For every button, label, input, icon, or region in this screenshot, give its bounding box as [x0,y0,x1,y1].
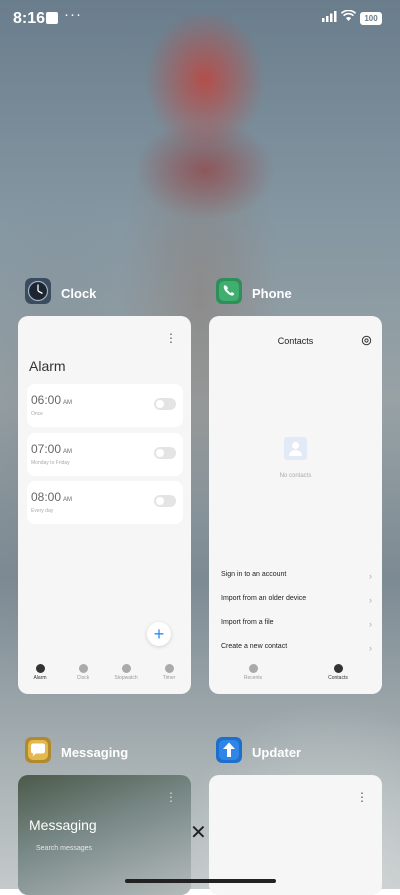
no-contacts-label: No contacts [279,473,312,479]
alarm-ampm: AM [63,497,73,503]
alarm-toggle[interactable] [154,495,176,507]
tab-stopwatch[interactable]: Stopwatch [109,664,143,681]
more-options-icon[interactable]: ⋮ [165,332,177,344]
alarm-time: 06:00 [31,393,62,407]
phone-app-card[interactable]: Contacts No contacts Sign in to an accou… [209,316,382,694]
chevron-right-icon: › [369,643,372,653]
wifi-icon [341,10,356,21]
alarm-repeat: Every day [31,508,54,514]
messaging-heading: Messaging [29,817,97,833]
tab-contacts[interactable]: Contacts [321,664,355,681]
alarm-ampm: AM [63,449,73,455]
messaging-app-title: Messaging [61,745,129,760]
chevron-right-icon: › [369,619,372,629]
more-options-icon[interactable]: ⋮ [165,791,177,803]
messaging-app-card[interactable]: ⋮ Messaging Search messages [18,775,191,895]
contacts-heading: Contacts [277,336,314,346]
clock-app-title: Clock [61,286,97,301]
tab-clock[interactable]: Clock [66,664,100,681]
clock-icon [78,664,88,673]
tab-alarm[interactable]: Alarm [23,664,57,681]
search-messages-field[interactable]: Search messages [36,845,92,852]
status-bar: 8:16 ··· 100 [0,0,400,36]
phone-app-icon[interactable] [216,278,242,304]
alarm-repeat: Once [31,411,43,417]
notification-icon [46,12,58,24]
alarm-time: 08:00 [31,490,62,504]
chevron-right-icon: › [369,595,372,605]
phone-icon [248,664,258,673]
import-older-device-option[interactable]: Import from an older device › [221,595,372,609]
home-indicator-bar[interactable] [125,879,276,883]
updater-app-title: Updater [252,745,302,760]
alarm-repeat: Monday to Friday [31,460,70,466]
tab-recents[interactable]: Recents [236,664,270,681]
person-icon [333,664,343,673]
hourglass-icon [164,664,174,673]
clear-all-close-icon[interactable]: ✕ [190,820,207,845]
stopwatch-icon [121,664,131,673]
import-file-option[interactable]: Import from a file › [221,619,372,633]
alarm-item[interactable]: 08:00 AM Every day [27,481,183,524]
more-notifications-icon: ··· [64,6,82,23]
contact-placeholder-icon [284,437,307,460]
alarm-item[interactable]: 06:00 AM Once [27,384,183,427]
settings-gear-icon[interactable] [361,335,372,346]
alarm-icon [35,664,45,673]
status-time: 8:16 [13,10,46,27]
alarm-toggle[interactable] [154,447,176,459]
updater-app-card[interactable]: ⋮ [209,775,382,895]
clock-app-card[interactable]: ⋮ Alarm 06:00 AM Once 07:00 AM Monday to F… [18,316,191,694]
clock-app-icon[interactable] [25,278,51,304]
more-options-icon[interactable]: ⋮ [356,791,368,803]
phone-app-title: Phone [252,286,292,301]
chevron-right-icon: › [369,571,372,581]
updater-app-icon[interactable] [216,737,242,763]
signal-icon [322,11,337,22]
alarm-item[interactable]: 07:00 AM Monday to Friday [27,433,183,476]
battery-icon: 100 [360,12,382,25]
add-alarm-button[interactable]: + [147,622,171,646]
alarm-ampm: AM [63,400,73,406]
alarm-heading: Alarm [29,358,66,374]
alarm-toggle[interactable] [154,398,176,410]
messaging-app-icon[interactable] [25,737,51,763]
create-contact-option[interactable]: Create a new contact › [221,643,372,657]
tab-timer[interactable]: Timer [152,664,186,681]
sign-in-account-option[interactable]: Sign in to an account › [221,571,372,585]
alarm-time: 07:00 [31,442,62,456]
